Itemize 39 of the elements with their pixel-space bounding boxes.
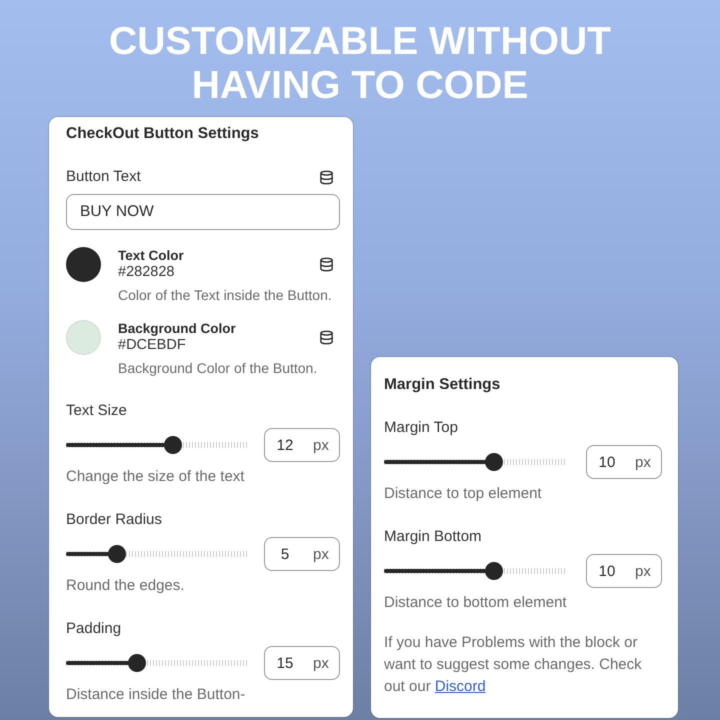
field-description: Color of the Text inside the Button. [118, 286, 333, 305]
headline: CUSTOMIZABLE WITHOUT [109, 20, 611, 64]
database-icon [319, 257, 334, 272]
field-description: Distance inside the Button- [66, 685, 246, 705]
field-label: Border Radius [66, 510, 163, 530]
slider-thumb[interactable] [108, 545, 126, 563]
database-icon [319, 170, 334, 184]
field-label: Margin Bottom [384, 527, 483, 547]
number-field[interactable]: 15 px [264, 646, 340, 680]
color-swatch-icon[interactable] [66, 320, 101, 355]
slider-thumb[interactable] [164, 436, 182, 454]
field-description: Round the edges. [66, 576, 186, 596]
database-icon [319, 330, 334, 345]
number-field[interactable]: 10 px [586, 445, 662, 479]
number-field[interactable]: 10 px [586, 554, 662, 588]
color-swatch-icon[interactable] [66, 247, 101, 282]
card-title: Margin Settings [384, 375, 502, 395]
field-description: Distance to top element [384, 484, 543, 504]
field-label: Text Size [66, 401, 128, 421]
slider-thumb[interactable] [484, 562, 503, 580]
text-field[interactable]: BUY NOW [66, 194, 340, 230]
color-hex-value: #DCEBDF [118, 337, 187, 354]
headline: HAVING TO CODE [192, 64, 528, 108]
number-field[interactable]: 5 px [264, 537, 340, 571]
slider-thumb[interactable] [128, 654, 146, 672]
field-description: Distance to bottom element [384, 593, 568, 613]
field-label: Button Text [66, 167, 141, 187]
card-title: CheckOut Button Settings [66, 124, 260, 144]
discord-link[interactable]: Discord [434, 678, 486, 695]
field-label: Padding [66, 619, 122, 639]
field-description: Change the size of the text [66, 467, 246, 487]
number-field[interactable]: 12 px [264, 428, 340, 462]
color-label: Background Color [118, 321, 236, 337]
color-hex-value: #282828 [118, 264, 176, 281]
field-description: Background Color of the Button. [118, 359, 318, 378]
help-text: If you have Problems with the block or want to suggest some changes. Check out our Discord [384, 633, 643, 697]
field-label: Margin Top [384, 418, 459, 438]
color-label: Text Color [118, 248, 184, 264]
slider-thumb[interactable] [484, 453, 503, 471]
